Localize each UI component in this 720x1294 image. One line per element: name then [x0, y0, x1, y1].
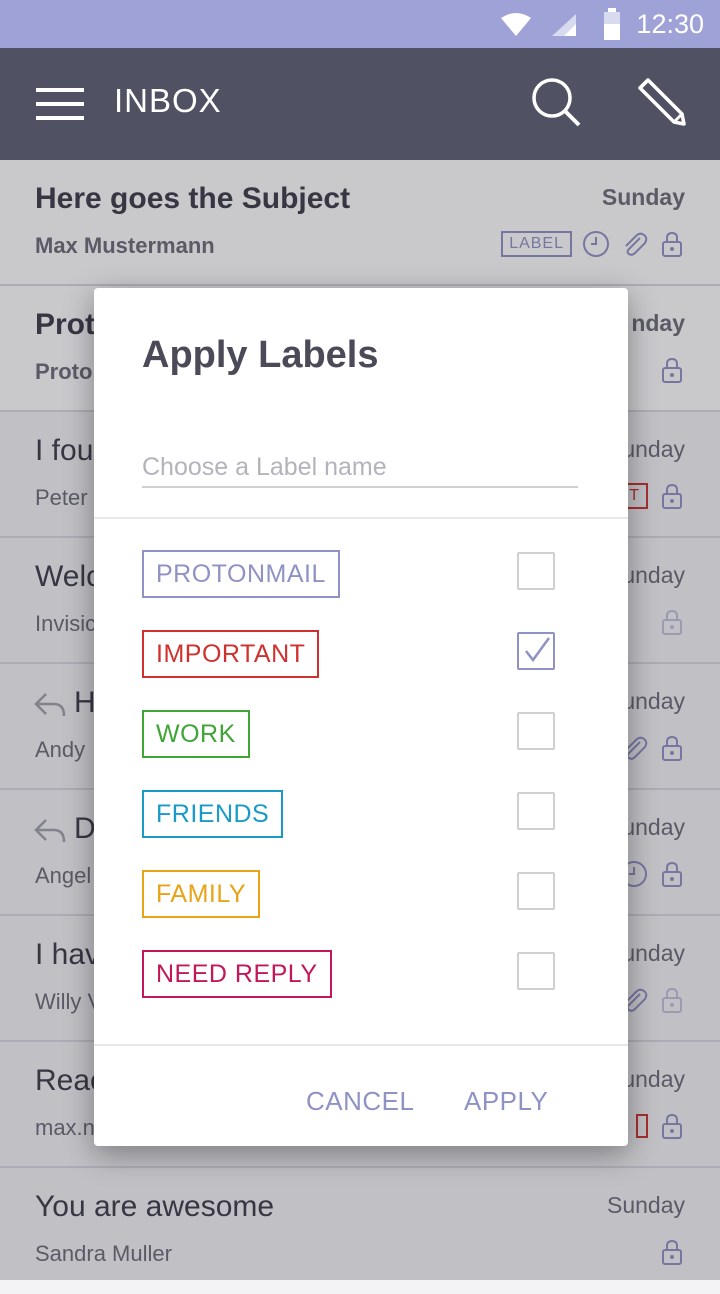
compose-icon[interactable] — [636, 74, 688, 126]
label-checkbox[interactable] — [517, 792, 555, 830]
label-tag: IMPORTANT — [142, 630, 320, 678]
label-checkbox[interactable] — [517, 712, 555, 750]
label-tag: PROTONMAIL — [142, 550, 340, 598]
dialog-title: Apply Labels — [142, 334, 379, 376]
label-name-input[interactable] — [142, 448, 578, 488]
apply-labels-dialog: Apply Labels PROTONMAIL IMPORTANT WORK F… — [94, 288, 628, 1146]
label-tag: NEED REPLY — [142, 950, 332, 998]
page-title: INBOX — [114, 82, 222, 119]
label-option-protonmail[interactable]: PROTONMAIL — [94, 550, 628, 614]
label-option-work[interactable]: WORK — [94, 710, 628, 774]
label-tag: FRIENDS — [142, 790, 284, 838]
status-time: 12:30 — [636, 9, 704, 39]
signal-icon — [552, 14, 576, 36]
label-option-family[interactable]: FAMILY — [94, 870, 628, 934]
label-option-need-reply[interactable]: NEED REPLY — [94, 950, 628, 1014]
cancel-button[interactable]: CANCEL — [306, 1086, 414, 1117]
label-checkbox[interactable] — [517, 952, 555, 990]
label-option-friends[interactable]: FRIENDS — [94, 790, 628, 854]
menu-icon[interactable] — [36, 84, 84, 124]
label-option-important[interactable]: IMPORTANT — [94, 630, 628, 694]
label-checkbox[interactable] — [517, 632, 555, 670]
label-tag: FAMILY — [142, 870, 261, 918]
search-icon[interactable] — [530, 76, 582, 128]
label-tag: WORK — [142, 710, 250, 758]
divider — [94, 517, 628, 519]
label-checkbox[interactable] — [517, 552, 555, 590]
battery-icon — [604, 8, 620, 40]
apply-button[interactable]: APPLY — [464, 1086, 548, 1117]
label-checkbox[interactable] — [517, 872, 555, 910]
app-bar: INBOX — [0, 48, 720, 160]
divider — [94, 1044, 628, 1046]
status-bar: 12:30 — [0, 0, 720, 48]
wifi-icon — [501, 13, 531, 36]
checkmark-icon — [525, 637, 551, 663]
